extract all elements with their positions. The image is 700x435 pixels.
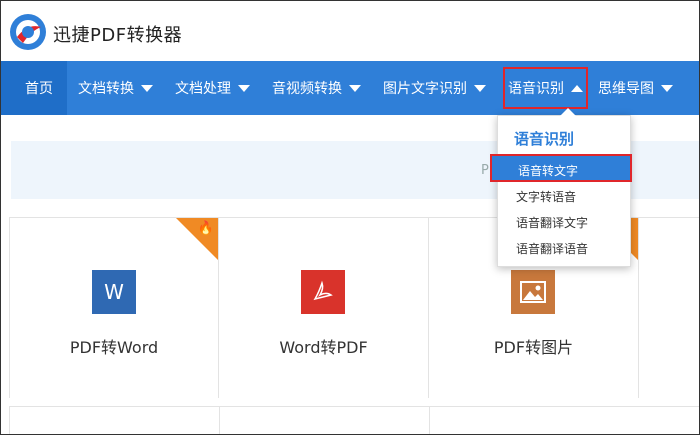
card-word-to-pdf[interactable]: Word转PDF bbox=[219, 218, 429, 398]
nav-speech-recognition[interactable]: 语音识别 bbox=[497, 61, 594, 115]
word-glyph: W bbox=[104, 280, 124, 304]
nav-image-ocr[interactable]: 图片文字识别 bbox=[372, 61, 497, 115]
tool-grid-row-2 bbox=[9, 406, 699, 434]
nav-label: 语音识别 bbox=[508, 81, 564, 97]
card-label: Word转PDF bbox=[279, 338, 368, 357]
flame-icon: 🔥 bbox=[197, 221, 214, 236]
nav-label: 图片文字识别 bbox=[383, 81, 467, 97]
card-placeholder bbox=[219, 407, 429, 434]
app-window: 迅捷PDF转换器 首页 文档转换 文档处理 音视频转换 图片文字识别 语音识别 … bbox=[0, 0, 700, 435]
caret-up-icon bbox=[571, 84, 583, 92]
card-placeholder bbox=[429, 407, 639, 434]
caret-down-icon bbox=[141, 84, 153, 92]
nav-label: 文档转换 bbox=[78, 81, 134, 97]
card-placeholder bbox=[9, 407, 219, 434]
dropdown-arrow bbox=[560, 108, 576, 116]
nav-document-convert[interactable]: 文档转换 bbox=[67, 61, 164, 115]
nav-mind-map[interactable]: 思维导图 bbox=[594, 61, 684, 115]
nav-label: 音视频转换 bbox=[272, 81, 342, 97]
speech-dropdown-menu: 语音识别 语音转文字 文字转语音 语音翻译文字 语音翻译语音 bbox=[490, 108, 632, 267]
dropdown-title: 语音识别 bbox=[514, 130, 575, 148]
caret-down-icon bbox=[238, 84, 250, 92]
main-nav: 首页 文档转换 文档处理 音视频转换 图片文字识别 语音识别 思维导图 bbox=[1, 61, 699, 115]
caret-down-icon bbox=[661, 84, 673, 92]
nav-label: 思维导图 bbox=[598, 81, 654, 97]
menu-item-text-to-speech[interactable]: 文字转语音 bbox=[516, 188, 576, 205]
caret-down-icon bbox=[474, 84, 486, 92]
menu-item-speech-translate-speech[interactable]: 语音翻译语音 bbox=[516, 240, 588, 257]
app-logo-icon bbox=[10, 14, 46, 50]
nav-home-label: 首页 bbox=[25, 81, 53, 97]
caret-down-icon bbox=[349, 84, 361, 92]
pdf-icon bbox=[301, 270, 345, 314]
nav-label: 文档处理 bbox=[175, 81, 231, 97]
card-label: PDF转图片 bbox=[493, 338, 574, 357]
menu-item-speech-to-text[interactable]: 语音转文字 bbox=[490, 154, 632, 182]
nav-document-process[interactable]: 文档处理 bbox=[164, 61, 261, 115]
menu-item-speech-translate-text[interactable]: 语音翻译文字 bbox=[516, 214, 588, 231]
nav-home[interactable]: 首页 bbox=[1, 61, 67, 115]
card-pdf-to-word[interactable]: 🔥 W PDF转Word bbox=[9, 218, 219, 398]
acrobat-icon bbox=[313, 280, 333, 301]
header: 迅捷PDF转换器 bbox=[1, 1, 699, 61]
image-icon bbox=[511, 270, 555, 314]
card-label: PDF转Word bbox=[69, 338, 159, 357]
picture-icon bbox=[520, 281, 546, 303]
word-icon: W bbox=[92, 270, 136, 314]
nav-media-convert[interactable]: 音视频转换 bbox=[261, 61, 372, 115]
app-title: 迅捷PDF转换器 bbox=[53, 25, 183, 46]
